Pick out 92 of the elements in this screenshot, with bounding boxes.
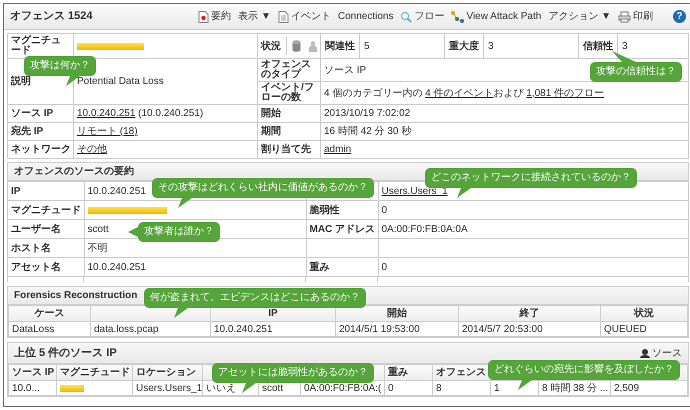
column-header: ケース bbox=[34, 308, 64, 319]
link[interactable]: 10.0.240.251 bbox=[77, 108, 136, 119]
cell-text: ソース IP bbox=[324, 64, 366, 76]
cell-text: 10.0.240.251 bbox=[88, 186, 146, 196]
field-label: 宛先 IP bbox=[11, 126, 44, 137]
cell-text: 不明 bbox=[88, 242, 108, 254]
database-icon bbox=[292, 40, 301, 52]
field-label: ソース IP bbox=[11, 108, 54, 119]
field-label: ネットワーク bbox=[11, 144, 71, 155]
table-cell: 1 bbox=[494, 382, 500, 394]
table-cell: Users.Users_1 bbox=[136, 382, 202, 394]
field-label: 重み bbox=[310, 262, 330, 272]
callout-tail bbox=[612, 51, 636, 62]
field-label: 状況 bbox=[261, 40, 281, 52]
cell-text: 10.0.240.251 bbox=[88, 262, 146, 272]
field-label: IP bbox=[11, 186, 20, 196]
toolbar-link[interactable]: フロー bbox=[414, 11, 444, 22]
field-label: マグニチュード bbox=[11, 204, 81, 216]
cell-text: scott bbox=[88, 224, 109, 234]
source-link[interactable]: ソース bbox=[652, 348, 682, 358]
table-cell: 0A:00:F0:FB:0A:( bbox=[304, 382, 382, 394]
section-title: Forensics Reconstruction bbox=[14, 290, 138, 301]
cell-text: 10.0.240.251 (10.0.240.251) bbox=[77, 108, 204, 119]
field-label: オフェンスのタイプ bbox=[261, 60, 311, 80]
section-title: 上位 5 件のソース IP bbox=[14, 348, 117, 358]
document-icon[interactable] bbox=[278, 10, 289, 22]
table-cell: 2,509 bbox=[614, 382, 640, 394]
table-cell: 2014/5/1 19:53:00 bbox=[339, 324, 420, 334]
link[interactable]: 1,081 件のフロー bbox=[526, 88, 604, 98]
table-cell: data.loss.pcap bbox=[94, 324, 158, 334]
offense-title: オフェンス 1524 bbox=[10, 11, 94, 22]
callout: 攻撃の信頼性は？ bbox=[590, 51, 682, 82]
person-icon bbox=[309, 40, 317, 52]
field-label: MAC アドレス bbox=[310, 224, 376, 234]
callout: 攻撃者は誰か？ bbox=[128, 222, 220, 242]
column-header: 状況 bbox=[634, 308, 654, 319]
cell-text: 0A:00:F0:FB:0A:0A bbox=[382, 224, 468, 234]
column-header: 開始 bbox=[387, 308, 407, 319]
toolbar-link[interactable]: 要約 bbox=[211, 11, 232, 22]
link[interactable]: 4 件のイベント bbox=[425, 88, 494, 98]
toolbar-link[interactable]: View Attack Path bbox=[466, 11, 542, 22]
column-header: ロケーション bbox=[136, 367, 196, 378]
toolbar-link[interactable]: Connections bbox=[338, 11, 394, 22]
table-cell: scott bbox=[262, 382, 284, 394]
table-cell: 8 bbox=[436, 382, 442, 394]
toolbar-link[interactable]: 印刷 bbox=[633, 11, 653, 22]
table-cell: いいえ bbox=[206, 382, 236, 394]
field-label: ユーザー名 bbox=[11, 224, 61, 234]
column-header: マグニチュード bbox=[60, 367, 130, 378]
person-icon[interactable] bbox=[640, 348, 650, 358]
field-label: 開始 bbox=[261, 108, 281, 119]
column-header: オフェンス bbox=[436, 367, 486, 378]
column-header: 終了 bbox=[520, 308, 540, 319]
cell-text: 0 bbox=[382, 262, 388, 272]
path-icon[interactable] bbox=[451, 10, 464, 22]
printer-icon[interactable] bbox=[618, 10, 631, 22]
help-button[interactable]: ? bbox=[673, 10, 686, 23]
field-value: 3 bbox=[621, 40, 629, 54]
field-label: マグニチュード bbox=[11, 35, 61, 56]
report-icon[interactable] bbox=[198, 10, 210, 22]
field-label: ホスト名 bbox=[11, 242, 51, 254]
link[interactable]: Users.Users_1 bbox=[382, 186, 448, 196]
column-header: ソース IP bbox=[12, 367, 54, 378]
field-value: 5 bbox=[360, 34, 445, 58]
table-cell: 10.0... bbox=[12, 382, 40, 394]
field-label: 重大度 bbox=[445, 34, 484, 58]
link[interactable]: その他 bbox=[77, 144, 107, 155]
table-cell: 8 時間 38 分 ... bbox=[542, 382, 608, 394]
column-header: IP bbox=[268, 308, 278, 319]
field-label: 関連性 bbox=[322, 34, 360, 58]
toolbar-link[interactable]: イベント bbox=[290, 11, 331, 22]
cell-text: 16 時間 42 分 30 秒 bbox=[324, 126, 412, 137]
toolbar-menu[interactable]: アクション ▼ bbox=[548, 11, 611, 22]
table-cell: QUEUED bbox=[604, 324, 647, 334]
field-label: アセット名 bbox=[11, 262, 61, 272]
toolbar-menu[interactable]: 表示 ▼ bbox=[238, 11, 271, 22]
column-header: 重み bbox=[388, 367, 408, 378]
field-label: 割り当て先 bbox=[261, 144, 311, 155]
cell-text: 4 個のカテゴリー内の 4 件のイベント および 1,081 件のフロー bbox=[324, 88, 604, 98]
table-cell: 0 bbox=[388, 382, 394, 394]
cell-text: 2013/10/19 7:02:02 bbox=[324, 108, 410, 119]
table-cell: 2014/5/7 20:53:00 bbox=[462, 324, 543, 334]
field-label: 期間 bbox=[261, 126, 281, 137]
link[interactable]: admin bbox=[324, 144, 352, 155]
table-cell: 10.0.240.251 bbox=[214, 324, 272, 334]
callout-tail bbox=[128, 225, 138, 239]
field-label: イベント/フローの数 bbox=[261, 82, 314, 103]
field-value: 3 bbox=[484, 34, 579, 58]
table-cell: DataLoss bbox=[12, 324, 54, 334]
cell-text: Potential Data Loss bbox=[77, 76, 164, 87]
field-label: 説明 bbox=[11, 76, 31, 87]
cell-text: 0 bbox=[382, 204, 388, 216]
